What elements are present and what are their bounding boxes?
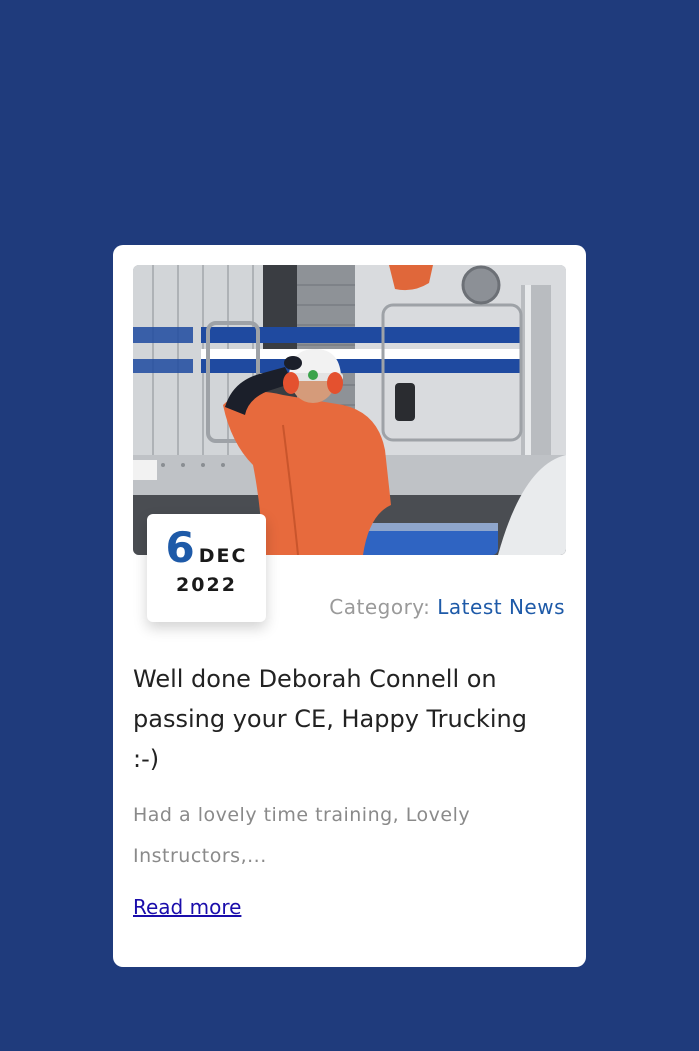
date-day-month: 6 DEC [147,526,266,570]
category-link[interactable]: Latest News [437,595,565,619]
post-date-badge: 6 DEC 2022 [147,514,266,622]
post-category: Category: Latest News [329,595,565,619]
date-month: DEC [198,545,248,567]
blog-post-card: 6 DEC 2022 Category: Latest News Well don… [113,245,586,967]
read-more-link[interactable]: Read more [133,895,241,919]
truck-photo-illustration [133,265,566,555]
date-day: 6 [165,523,195,572]
post-title[interactable]: Well done Deborah Connell on passing you… [133,659,533,779]
post-excerpt: Had a lovely time training, Lovely Instr… [133,804,471,867]
post-image[interactable] [133,265,566,555]
date-year: 2022 [176,574,237,596]
category-label: Category: [329,595,431,619]
